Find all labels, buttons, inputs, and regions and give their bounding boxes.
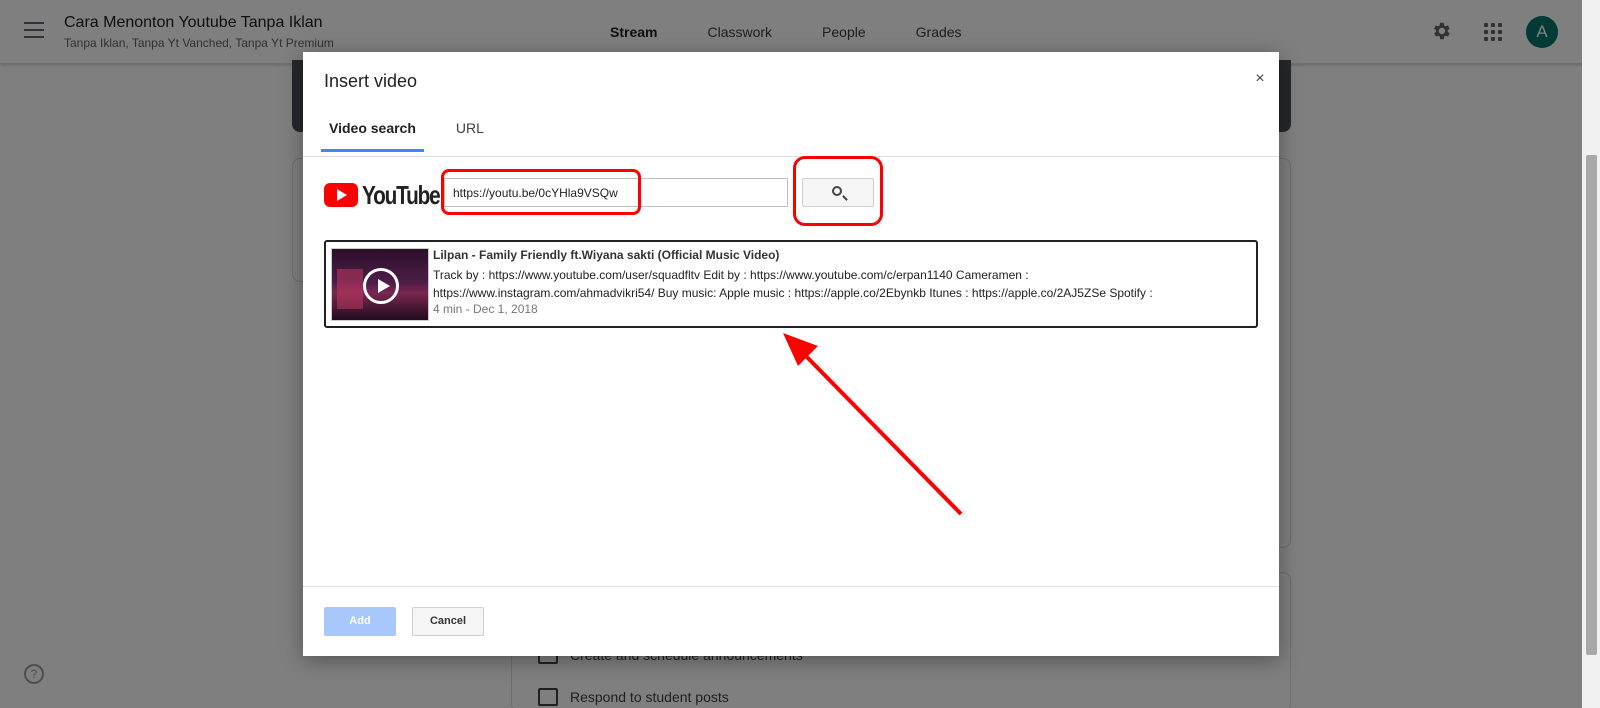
- youtube-logo: YouTube: [324, 180, 459, 210]
- highlight-search-button: [793, 156, 883, 226]
- tab-video-search[interactable]: Video search: [321, 116, 424, 152]
- add-button[interactable]: Add: [324, 607, 396, 636]
- video-result-item[interactable]: Lilpan - Family Friendly ft.Wiyana sakti…: [324, 240, 1258, 328]
- scrollbar-thumb[interactable]: [1586, 155, 1597, 655]
- youtube-wordmark: YouTube: [362, 179, 441, 210]
- video-thumbnail[interactable]: [331, 248, 429, 321]
- insert-video-dialog: Insert video × Video search URL YouTube …: [303, 52, 1279, 656]
- dialog-title: Insert video: [324, 71, 418, 91]
- tab-url[interactable]: URL: [448, 116, 492, 152]
- close-icon[interactable]: ×: [1253, 71, 1267, 87]
- dialog-tabs: Video search URL: [321, 116, 516, 152]
- youtube-play-icon: [324, 183, 358, 207]
- highlight-search-input: [441, 169, 641, 215]
- footer-divider: [303, 586, 1279, 587]
- video-title: Lilpan - Family Friendly ft.Wiyana sakti…: [433, 248, 780, 262]
- play-icon: [363, 268, 399, 304]
- tabs-divider: [303, 156, 1279, 157]
- video-meta: 4 min - Dec 1, 2018: [433, 302, 538, 316]
- cancel-button[interactable]: Cancel: [412, 607, 484, 636]
- video-description: Track by : https://www.youtube.com/user/…: [433, 268, 1153, 300]
